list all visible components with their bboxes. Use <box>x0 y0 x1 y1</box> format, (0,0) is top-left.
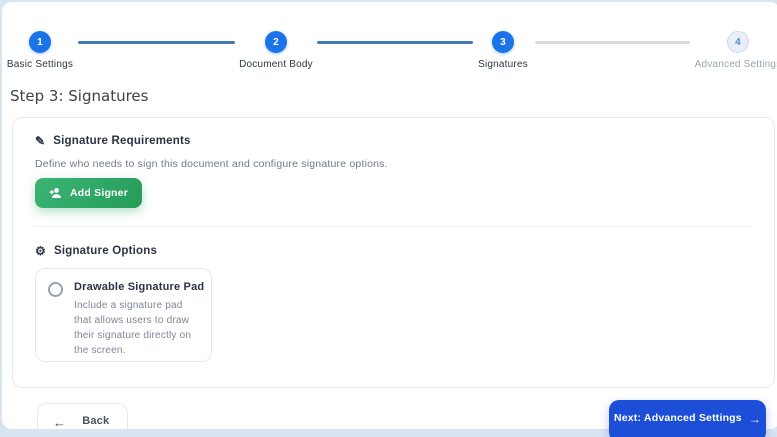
signature-options-heading: ⚙ Signature Options <box>35 244 157 258</box>
step-circle-signatures[interactable]: 3 <box>492 31 514 53</box>
step-label-advanced-settings: Advanced Settings <box>694 59 777 70</box>
stepper-connector-2-3 <box>317 41 473 44</box>
gear-icon: ⚙ <box>35 244 46 258</box>
content-container: 1 Basic Settings 2 Document Body 3 Signa… <box>2 2 777 429</box>
next-advanced-settings-button[interactable]: Next: Advanced Settings → <box>609 400 766 437</box>
signatures-card: ✎ Signature Requirements Define who need… <box>12 117 775 388</box>
drawable-signature-pad-radio[interactable] <box>48 282 63 297</box>
step-circle-advanced-settings[interactable]: 4 <box>727 31 749 53</box>
stepper-connector-3-4 <box>535 41 690 44</box>
signature-options-title: Signature Options <box>53 245 158 257</box>
option-description: Include a signature pad that allows user… <box>74 300 192 356</box>
option-title: Drawable Signature Pad <box>74 281 205 293</box>
signature-requirements-description: Define who needs to sign this document a… <box>35 158 388 170</box>
arrow-left-icon: ← <box>53 415 67 429</box>
stepper-connector-1-2 <box>78 41 235 44</box>
page-title: Step 3: Signatures <box>10 87 149 105</box>
back-button-label: Back <box>82 415 110 427</box>
step-circle-document-body[interactable]: 2 <box>265 31 287 53</box>
wizard-screen: 1 Basic Settings 2 Document Body 3 Signa… <box>0 0 777 437</box>
section-divider <box>35 226 752 227</box>
add-signer-label: Add Signer <box>70 187 129 199</box>
option-card-drawable-signature-pad[interactable]: Drawable Signature Pad Include a signatu… <box>35 268 212 362</box>
next-button-label: Next: Advanced Settings <box>613 412 742 424</box>
signature-requirements-title: Signature Requirements <box>53 135 191 147</box>
step-circle-basic-settings[interactable]: 1 <box>29 31 51 53</box>
step-label-basic-settings: Basic Settings <box>6 59 74 70</box>
step-label-signatures: Signatures <box>478 59 528 70</box>
step-label-document-body: Document Body <box>239 59 313 70</box>
arrow-right-icon: → <box>748 412 762 426</box>
back-button[interactable]: ← Back <box>37 403 128 429</box>
add-signer-button[interactable]: Add Signer <box>35 178 143 208</box>
person-add-icon <box>49 187 63 199</box>
signature-requirements-heading: ✎ Signature Requirements <box>35 134 191 148</box>
signature-pen-icon: ✎ <box>35 134 46 148</box>
